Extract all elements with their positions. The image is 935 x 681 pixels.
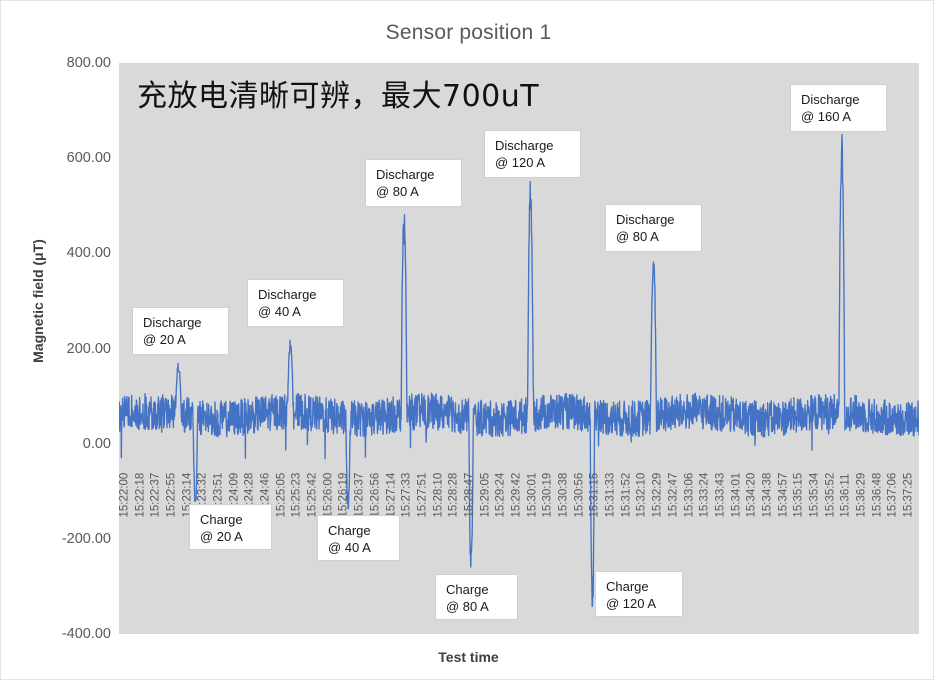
x-axis-tick-label: 15:34:01 (730, 472, 743, 517)
x-axis-tick-label: 15:22:55 (165, 472, 178, 517)
x-axis-tick-label: 15:34:20 (745, 472, 758, 517)
y-axis-tick-label: 400.00 (66, 245, 111, 262)
x-axis-tick-label: 15:25:05 (275, 472, 288, 517)
x-axis-tick-label: 15:30:56 (573, 472, 586, 517)
x-axis-tick-label: 15:36:48 (871, 472, 884, 517)
callout-line1: Charge (328, 523, 371, 538)
y-axis-tick-label: -200.00 (61, 530, 111, 547)
callout-charge-20a: Charge @ 20 A (189, 504, 272, 550)
callout-line2: @ 80 A (446, 599, 489, 615)
x-axis-tick-label: 15:26:56 (369, 472, 382, 517)
x-axis-tick-label: 15:27:33 (400, 472, 413, 517)
callout-line2: @ 160 A (801, 109, 852, 125)
x-axis-tick-label: 15:36:29 (855, 472, 868, 517)
x-axis-tick-label: 15:31:33 (604, 472, 617, 517)
x-axis-title: Test time (438, 649, 499, 665)
x-axis-tick-label: 15:27:14 (385, 472, 397, 517)
chart-frame: Sensor position 1 800.00 600.00 400.00 200.… (0, 0, 934, 680)
x-axis-tick-label: 15:26:19 (337, 472, 350, 517)
chart-title: Sensor position 1 (385, 21, 552, 44)
x-axis-tick-label: 15:26:37 (353, 472, 366, 517)
callout-line2: @ 20 A (200, 529, 243, 545)
x-axis-tick-label: 15:35:15 (792, 472, 805, 517)
x-axis-tick-label: 15:35:34 (808, 472, 821, 517)
callout-line1: Charge (446, 582, 489, 597)
callout-discharge-80a-second: Discharge @ 80 A (605, 204, 702, 252)
y-axis-tick-labels: 800.00 600.00 400.00 200.00 0.00 -200.00 -400.… (1, 55, 111, 642)
x-axis-tick-label: 15:22:18 (134, 472, 147, 517)
callout-charge-80a: Charge @ 80 A (435, 574, 518, 620)
x-axis-tick-label: 15:32:47 (667, 472, 680, 517)
x-axis-tick-label: 15:32:29 (651, 472, 664, 517)
x-axis-tick-label: 15:36:11 (839, 473, 852, 517)
x-axis-tick-label: 15:30:01 (526, 472, 539, 517)
x-axis-tick-label: 15:26:00 (322, 472, 335, 517)
x-axis-tick-label: 15:31:15 (588, 472, 601, 517)
callout-discharge-40a: Discharge @ 40 A (247, 279, 344, 327)
x-axis-tick-label: 15:28:28 (447, 472, 460, 517)
x-axis-tick-label: 15:33:43 (714, 472, 727, 517)
x-axis-tick-label: 15:35:52 (824, 472, 837, 517)
x-axis-tick-label: 15:25:42 (306, 472, 319, 517)
chinese-annotation-note: 充放电清晰可辨，最大700uT (137, 79, 540, 114)
callout-line2: @ 40 A (328, 540, 371, 556)
x-axis-tick-label: 15:31:52 (620, 472, 633, 517)
callout-line2: @ 40 A (258, 304, 301, 320)
x-axis-tick-label: 15:33:06 (683, 472, 696, 517)
x-axis-tick-label: 15:32:10 (635, 472, 648, 517)
x-axis-tick-label: 15:27:51 (416, 472, 429, 517)
x-axis-tick-label: 15:30:19 (541, 472, 554, 517)
x-axis-tick-label: 15:29:05 (479, 472, 492, 517)
callout-discharge-160a: Discharge @ 160 A (790, 84, 887, 132)
y-axis-tick-label: 800.00 (66, 55, 111, 71)
x-axis-tick-label: 15:34:57 (777, 472, 790, 517)
callout-line1: Discharge (143, 315, 202, 330)
y-axis-tick-label: 0.00 (82, 435, 111, 452)
callout-discharge-80a-first: Discharge @ 80 A (365, 159, 462, 207)
callout-line2: @ 80 A (616, 229, 659, 245)
callout-line1: Discharge (495, 138, 554, 153)
x-axis-tick-label: 15:29:24 (494, 472, 507, 517)
x-axis-tick-label: 15:37:06 (886, 472, 899, 517)
x-axis-tick-label: 15:37:25 (902, 472, 915, 517)
callout-discharge-20a: Discharge @ 20 A (132, 307, 229, 355)
x-axis-tick-label: 15:34:38 (761, 472, 774, 517)
callout-line2: @ 120 A (606, 596, 657, 612)
callout-line1: Charge (200, 512, 243, 527)
x-axis-tick-label: 15:30:38 (557, 472, 570, 517)
x-axis-tick-label: 15:28:10 (432, 472, 445, 517)
callout-charge-40a: Charge @ 40 A (317, 515, 400, 561)
y-axis-tick-label: 600.00 (66, 150, 111, 167)
callout-line1: Discharge (616, 212, 675, 227)
x-axis-tick-label: 15:22:00 (118, 472, 131, 517)
callout-charge-120a: Charge @ 120 A (595, 571, 683, 617)
callout-line1: Discharge (258, 287, 317, 302)
callout-line1: Charge (606, 579, 649, 594)
callout-line2: @ 80 A (376, 184, 419, 200)
callout-line2: @ 120 A (495, 155, 546, 171)
y-axis-title: Magnetic field (μT) (30, 239, 46, 363)
x-axis-tick-label: 15:25:23 (290, 472, 303, 517)
y-axis-tick-label: 200.00 (66, 340, 111, 357)
x-axis-tick-label: 15:33:24 (698, 472, 711, 517)
callout-line2: @ 20 A (143, 332, 186, 348)
callout-line1: Discharge (376, 167, 435, 182)
callout-line1: Discharge (801, 92, 860, 107)
x-axis-tick-label: 15:29:42 (510, 472, 523, 517)
y-axis-tick-label: -400.00 (61, 626, 111, 642)
x-axis-tick-label: 15:28:47 (463, 472, 476, 517)
x-axis-tick-label: 15:22:37 (149, 472, 162, 517)
callout-discharge-120a: Discharge @ 120 A (484, 130, 581, 178)
